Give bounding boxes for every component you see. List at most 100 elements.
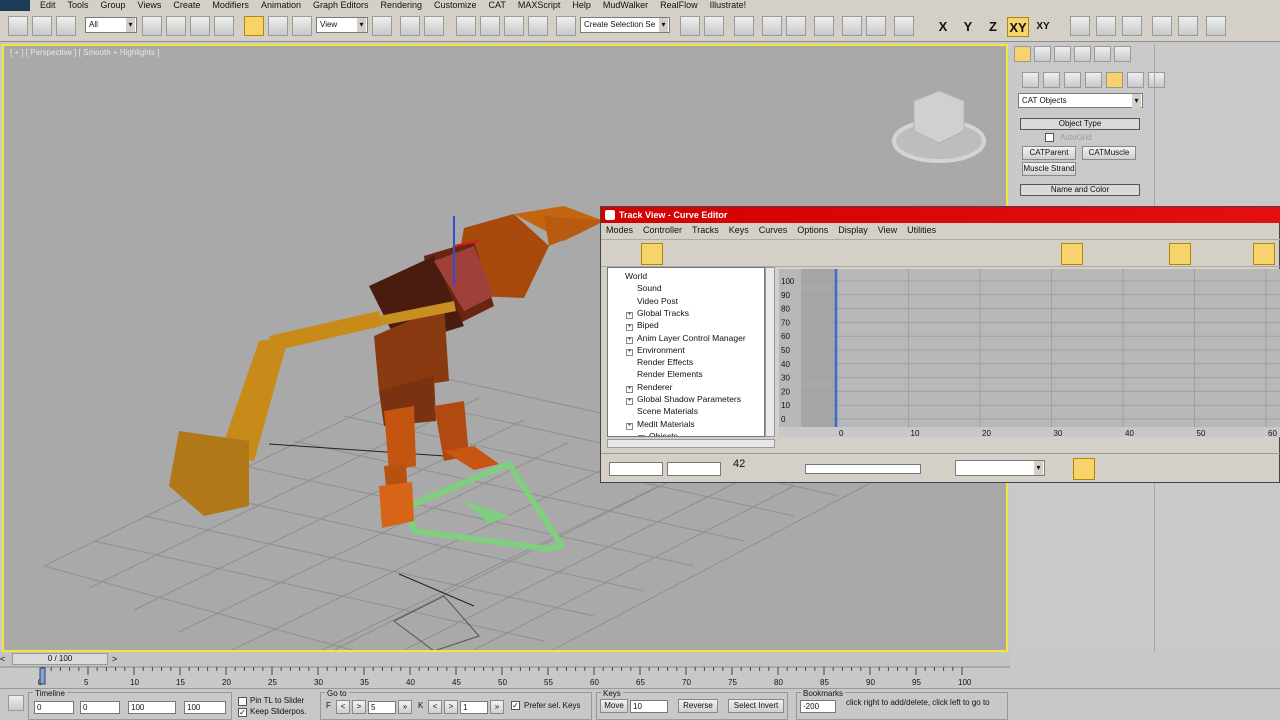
draw-curves-icon[interactable] <box>787 243 809 265</box>
menu-views[interactable]: Views <box>132 0 168 11</box>
selection-filter-dropdown[interactable]: All <box>85 17 137 33</box>
track-view-menu-options[interactable]: Options <box>792 225 833 235</box>
menu-group[interactable]: Group <box>95 0 132 11</box>
max-listener-icon[interactable] <box>8 695 24 711</box>
cat-tool-2-icon[interactable] <box>1096 16 1116 36</box>
track-view-menu-curves[interactable]: Curves <box>754 225 793 235</box>
track-view-menu-display[interactable]: Display <box>833 225 873 235</box>
track-view-select-icon[interactable] <box>933 458 955 480</box>
window-crossing-icon[interactable] <box>214 16 234 36</box>
hand-pan-icon[interactable] <box>1159 458 1181 480</box>
geometry-icon[interactable] <box>1022 72 1039 88</box>
frame-field[interactable] <box>609 462 663 476</box>
tangent-custom-icon[interactable] <box>871 243 893 265</box>
percent-snap-icon[interactable] <box>504 16 524 36</box>
next-frame-arrow[interactable]: > <box>112 654 117 664</box>
tree-item-world[interactable]: World <box>614 270 647 282</box>
menu-customize[interactable]: Customize <box>428 0 483 11</box>
expand-icon[interactable]: + <box>626 348 633 356</box>
bind-spacewarp-icon[interactable] <box>56 16 76 36</box>
move-keys-button[interactable]: Move <box>600 699 628 713</box>
zoom-value-icon[interactable] <box>1219 458 1241 480</box>
pin-tl-checkbox[interactable] <box>238 697 247 706</box>
material-editor-icon[interactable] <box>814 16 834 36</box>
time-slider[interactable]: < 0 / 100 > <box>0 652 1010 666</box>
menu-maxscript[interactable]: MAXScript <box>512 0 567 11</box>
pan-tool-icon[interactable] <box>1121 458 1143 480</box>
axis-x-button[interactable]: X <box>932 17 954 37</box>
cat-tool-1-icon[interactable] <box>1070 16 1090 36</box>
lights-icon[interactable] <box>1064 72 1081 88</box>
controller-tree[interactable]: World Sound Video Post + Global Tracks + Biped… <box>607 267 765 437</box>
select-manipulate-icon[interactable] <box>400 16 420 36</box>
expand-icon[interactable]: + <box>626 398 633 405</box>
menu-illustrate[interactable]: Illustrate! <box>704 0 753 11</box>
align-icon[interactable] <box>704 16 724 36</box>
expand-icon[interactable]: + <box>626 336 633 344</box>
track-view-title-bar[interactable]: Track View - Curve Editor <box>601 207 1280 223</box>
prefer-sel-checkbox[interactable]: ✓ <box>511 701 520 710</box>
track-view-menu-modes[interactable]: Modes <box>601 225 638 235</box>
layer-manager-icon[interactable] <box>734 16 754 36</box>
tree-scrollbar[interactable] <box>765 267 775 437</box>
named-selection-dropdown[interactable]: Create Selection Se <box>580 17 670 33</box>
render-setup-icon[interactable] <box>842 16 862 36</box>
mirror-icon[interactable] <box>680 16 700 36</box>
rendered-frame-icon[interactable] <box>866 16 886 36</box>
tangent-slow-icon[interactable] <box>923 243 945 265</box>
menu-edit[interactable]: Edit <box>34 0 62 11</box>
viewcube-icon[interactable] <box>892 90 986 163</box>
tree-item-scene-materials[interactable]: Scene Materials <box>626 405 698 417</box>
name-and-color-rollout[interactable]: Name and Color <box>1020 184 1140 196</box>
track-view-util-icon[interactable] <box>1227 243 1249 265</box>
menu-tools[interactable]: Tools <box>62 0 95 11</box>
tangent-step-icon[interactable] <box>949 243 971 265</box>
menu-rendering[interactable]: Rendering <box>375 0 429 11</box>
scale-values-icon[interactable] <box>723 243 745 265</box>
unlink-icon[interactable] <box>32 16 52 36</box>
expand-icon[interactable]: + <box>626 311 633 319</box>
timeline-end-spinner[interactable]: 0 <box>80 701 120 714</box>
key-stats-icon[interactable] <box>1049 458 1071 480</box>
axis-xy-cycle-button[interactable]: XY <box>1032 17 1054 37</box>
tree-hscrollbar[interactable] <box>607 439 775 448</box>
keep-slider-checkbox[interactable]: ✓ <box>238 708 247 717</box>
cat-tool-5-icon[interactable] <box>1178 16 1198 36</box>
prev-frame-arrow[interactable]: < <box>0 654 8 664</box>
menu-realflow[interactable]: RealFlow <box>654 0 704 11</box>
show-tangents-icon[interactable] <box>1169 243 1191 265</box>
parameter-curve-oor-icon[interactable] <box>1087 243 1109 265</box>
axis-y-button[interactable]: Y <box>957 17 979 37</box>
show-keyable-icon[interactable] <box>1113 243 1135 265</box>
track-view-menu-controller[interactable]: Controller <box>638 225 687 235</box>
display-tab-icon[interactable] <box>1094 46 1111 62</box>
zoom-selected-icon[interactable] <box>777 458 799 480</box>
spinner-snap-icon[interactable] <box>528 16 548 36</box>
cat-motion-path[interactable] <box>406 461 565 552</box>
shapes-icon[interactable] <box>1043 72 1060 88</box>
menu-create[interactable]: Create <box>167 0 206 11</box>
catmuscle-button[interactable]: CATMuscle <box>1082 146 1136 160</box>
tree-item-renderer[interactable]: + Renderer <box>626 381 672 393</box>
tree-item-video-post[interactable]: Video Post <box>626 295 678 307</box>
tree-item-anim-layer-control-manager[interactable]: + Anim Layer Control Manager <box>626 332 746 344</box>
cat-tool-4-icon[interactable] <box>1152 16 1172 36</box>
filters-icon[interactable] <box>611 243 633 265</box>
lock-selection-icon[interactable] <box>1031 243 1053 265</box>
move-amount-spinner[interactable]: 10 <box>630 700 668 713</box>
angle-snap-icon[interactable] <box>480 16 500 36</box>
value-field[interactable] <box>667 462 721 476</box>
track-view-name-dropdown[interactable] <box>955 460 1045 476</box>
tree-item-biped[interactable]: + Biped <box>626 319 659 332</box>
object-category-dropdown[interactable]: CAT Objects <box>1018 93 1143 108</box>
cat-character-rig[interactable] <box>169 206 604 528</box>
menu-modifiers[interactable]: Modifiers <box>206 0 255 11</box>
bookmark-spinner[interactable]: -200 <box>800 700 836 713</box>
object-type-rollout[interactable]: Object Type <box>1020 118 1140 130</box>
cameras-icon[interactable] <box>1085 72 1102 88</box>
goto-frame-spinner[interactable]: 5 <box>368 701 396 714</box>
menu-mudwalker[interactable]: MudWalker <box>597 0 654 11</box>
utilities-tab-icon[interactable] <box>1114 46 1131 62</box>
catparent-button[interactable]: CATParent <box>1022 146 1076 160</box>
tree-item-environment[interactable]: + Environment <box>626 344 685 356</box>
